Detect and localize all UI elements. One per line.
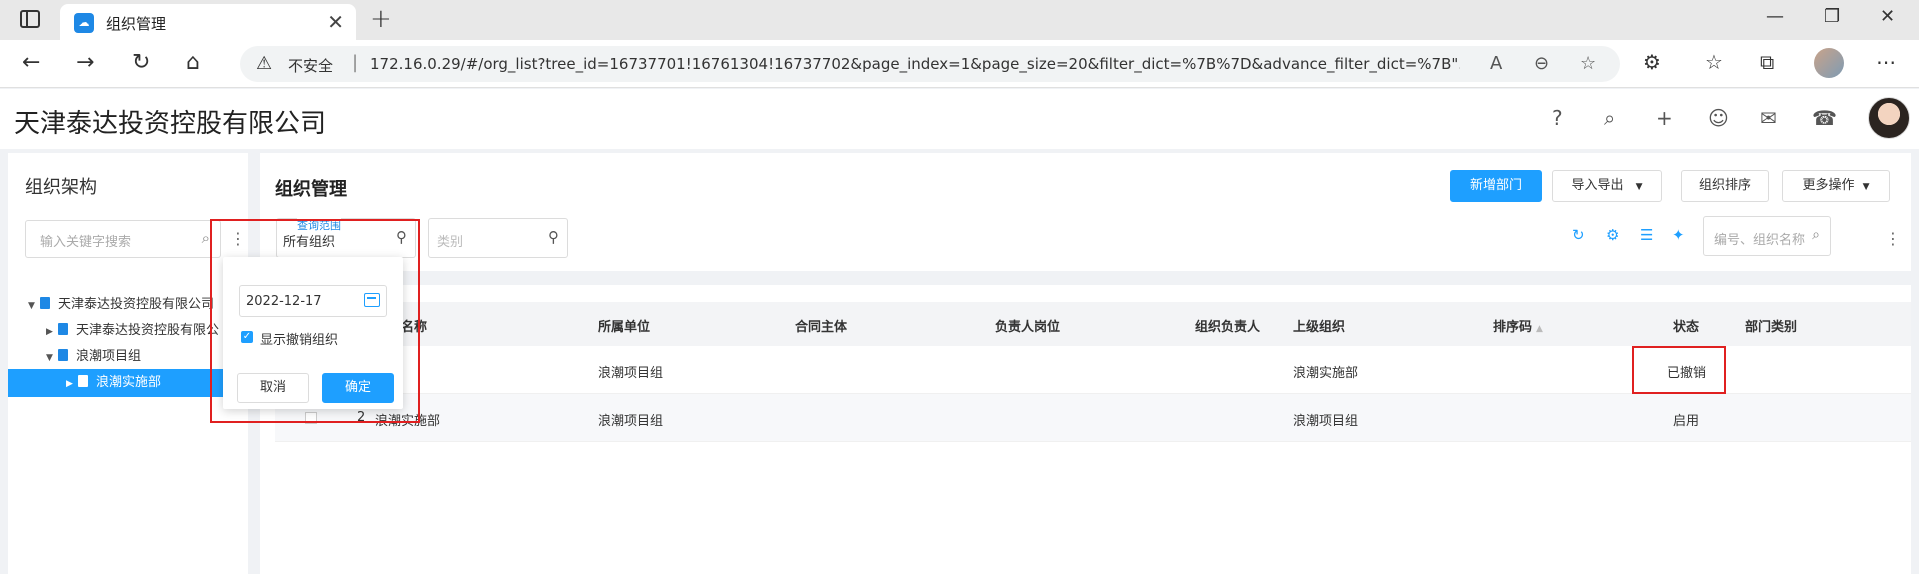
cell-status: 启用 bbox=[1673, 414, 1700, 429]
col-leader[interactable]: 组织负责人 bbox=[1195, 316, 1260, 335]
tree-node-label: 浪潮项目组 bbox=[76, 349, 142, 364]
page-title: 组织管理 bbox=[275, 179, 347, 200]
window-close-icon[interactable]: ✕ bbox=[1880, 6, 1895, 27]
url-separator: | bbox=[352, 52, 359, 73]
collapsed-arrow-icon[interactable]: ▶ bbox=[66, 370, 78, 398]
tree-node-label: 天津泰达投资控股有限公 bbox=[76, 323, 220, 338]
reload-icon[interactable]: ↻ bbox=[132, 50, 150, 75]
forward-icon[interactable]: → bbox=[76, 50, 94, 75]
highlight-box-status bbox=[1632, 346, 1726, 394]
org-icon bbox=[40, 297, 50, 309]
home-icon[interactable]: ⌂ bbox=[186, 50, 200, 75]
address-bar: ← → ↻ ⌂ ⚠ 不安全 | 172.16.0.29/#/org_list?t… bbox=[0, 40, 1919, 88]
filter-icon[interactable]: ⚲ bbox=[548, 228, 559, 246]
url-text[interactable]: 172.16.0.29/#/org_list?tree_id=16737701!… bbox=[370, 55, 1460, 73]
browser-profile-avatar[interactable] bbox=[1814, 48, 1844, 78]
collapsed-arrow-icon[interactable]: ▶ bbox=[46, 318, 58, 345]
user-avatar[interactable] bbox=[1868, 97, 1910, 139]
tree-node-label: 天津泰达投资控股有限公司 bbox=[58, 297, 215, 312]
add-icon[interactable]: + bbox=[1656, 106, 1673, 130]
cell-unit: 浪潮项目组 bbox=[598, 366, 664, 381]
tree-search-input[interactable]: 输入关键字搜索 ⌕ bbox=[25, 220, 221, 258]
col-leader-post[interactable]: 负责人岗位 bbox=[995, 316, 1060, 335]
table-header: 组织名称 所属单位 合同主体 负责人岗位 组织负责人 上级组织 排序码▲ 状态 … bbox=[275, 302, 1911, 346]
company-name: 天津泰达投资控股有限公司 bbox=[14, 109, 327, 139]
import-export-button[interactable]: 导入导出 ▼ bbox=[1552, 170, 1662, 202]
more-actions-label: 更多操作 bbox=[1802, 178, 1855, 193]
tab-title: 组织管理 bbox=[106, 15, 167, 33]
back-icon[interactable]: ← bbox=[22, 50, 40, 75]
mail-icon[interactable]: ✉ bbox=[1760, 106, 1777, 130]
warning-icon[interactable]: ⚠ bbox=[256, 53, 272, 74]
org-sort-button[interactable]: 组织排序 bbox=[1681, 170, 1769, 202]
org-icon bbox=[58, 349, 68, 361]
settings-icon[interactable]: ⚙ bbox=[1606, 226, 1619, 244]
import-export-label: 导入导出 bbox=[1571, 178, 1624, 193]
cell-unit: 浪潮项目组 bbox=[598, 414, 664, 429]
dropdown-arrow-icon: ▼ bbox=[1635, 182, 1643, 192]
tab-close-icon[interactable]: ✕ bbox=[327, 10, 344, 34]
contacts-icon[interactable]: ☺ bbox=[1708, 106, 1729, 130]
help-icon[interactable]: ? bbox=[1552, 106, 1563, 130]
col-contract[interactable]: 合同主体 bbox=[795, 316, 847, 335]
more-vertical-icon[interactable]: ⋮ bbox=[1885, 229, 1901, 248]
extensions-icon[interactable]: ⚙ bbox=[1643, 50, 1661, 74]
tree-search-placeholder: 输入关键字搜索 bbox=[40, 235, 132, 250]
col-unit[interactable]: 所属单位 bbox=[598, 316, 650, 335]
url-field[interactable]: ⚠ 不安全 | 172.16.0.29/#/org_list?tree_id=1… bbox=[240, 46, 1620, 82]
favorites-icon[interactable]: ☆ bbox=[1705, 50, 1723, 74]
expanded-arrow-icon[interactable]: ▼ bbox=[46, 344, 58, 372]
minimize-icon[interactable]: — bbox=[1766, 6, 1784, 27]
browser-tab[interactable]: ☁ 组织管理 ✕ bbox=[60, 4, 356, 40]
search-icon[interactable]: ⌕ bbox=[202, 229, 210, 247]
dropdown-arrow-icon: ▼ bbox=[1862, 182, 1870, 192]
app-header: 天津泰达投资控股有限公司 ? ⌕ + ☺ ✉ ☎ bbox=[0, 89, 1919, 149]
support-icon[interactable]: ☎ bbox=[1812, 106, 1837, 130]
maximize-icon[interactable]: ❐ bbox=[1824, 6, 1840, 27]
col-sort-label: 排序码 bbox=[1493, 320, 1533, 335]
col-sort[interactable]: 排序码 ▲ bbox=[1493, 316, 1543, 335]
tips-icon[interactable]: ✦ bbox=[1672, 226, 1685, 244]
browser-menu-icon[interactable]: ⋯ bbox=[1876, 50, 1896, 74]
col-status[interactable]: 状态 bbox=[1673, 316, 1699, 335]
main-header-panel: 组织管理 新增部门 导入导出 ▼ 组织排序 更多操作 ▼ 查询范围 所有组织 ⚲… bbox=[260, 153, 1911, 271]
tab-actions-icon[interactable] bbox=[20, 10, 40, 28]
search-icon[interactable]: ⌕ bbox=[1604, 106, 1615, 130]
security-label[interactable]: 不安全 bbox=[288, 55, 333, 76]
cell-parent: 浪潮实施部 bbox=[1293, 366, 1359, 381]
org-table-panel: 组织名称 所属单位 合同主体 负责人岗位 组织负责人 上级组织 排序码▲ 状态 … bbox=[260, 285, 1911, 574]
more-actions-button[interactable]: 更多操作 ▼ bbox=[1782, 170, 1890, 202]
site-favicon-icon: ☁ bbox=[74, 13, 94, 33]
search-list-icon[interactable]: ☰ bbox=[1640, 226, 1653, 244]
sort-asc-icon[interactable]: ▲ bbox=[1536, 324, 1543, 334]
tree-node-label: 浪潮实施部 bbox=[96, 375, 162, 390]
sidebar-title: 组织架构 bbox=[25, 177, 97, 198]
highlight-box-filter bbox=[210, 219, 420, 423]
col-dept-category[interactable]: 部门类别 bbox=[1745, 316, 1797, 335]
zoom-icon[interactable]: ⊖ bbox=[1534, 53, 1549, 74]
org-search-placeholder: 编号、组织名称 bbox=[1714, 233, 1806, 248]
new-tab-icon[interactable]: + bbox=[370, 4, 392, 34]
table-row[interactable]: 2 浪潮实施部 浪潮项目组 浪潮项目组 启用 bbox=[275, 394, 1911, 442]
read-aloud-icon[interactable]: A bbox=[1490, 53, 1502, 74]
cell-parent: 浪潮项目组 bbox=[1293, 414, 1359, 429]
category-filter[interactable]: 类别 ⚲ bbox=[428, 218, 568, 258]
dept-icon bbox=[78, 375, 88, 387]
expanded-arrow-icon[interactable]: ▼ bbox=[28, 292, 40, 320]
col-parent[interactable]: 上级组织 bbox=[1293, 316, 1345, 335]
browser-tab-bar: ☁ 组织管理 ✕ + — ❐ ✕ bbox=[0, 0, 1919, 40]
org-search-input[interactable]: 编号、组织名称 ⌕ bbox=[1703, 216, 1831, 256]
add-dept-button[interactable]: 新增部门 bbox=[1450, 170, 1542, 202]
favorite-add-icon[interactable]: ☆ bbox=[1580, 53, 1596, 74]
search-icon[interactable]: ⌕ bbox=[1812, 227, 1820, 243]
collections-icon[interactable]: ⧉ bbox=[1760, 50, 1774, 74]
org-icon bbox=[58, 323, 68, 335]
category-filter-placeholder: 类别 bbox=[437, 235, 464, 250]
refresh-icon[interactable]: ↻ bbox=[1572, 226, 1585, 244]
